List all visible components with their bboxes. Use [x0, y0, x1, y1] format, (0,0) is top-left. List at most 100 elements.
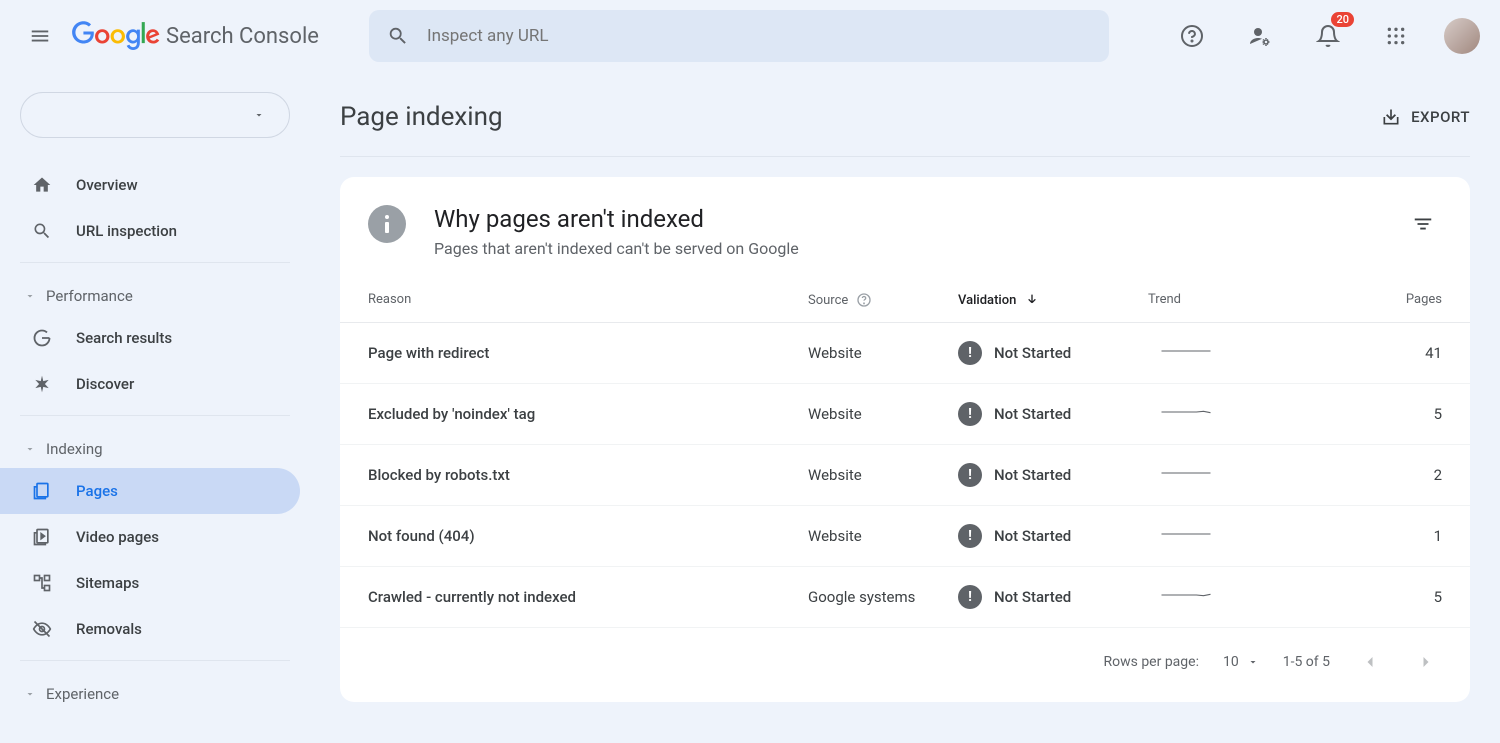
- apps-grid-icon: [1386, 26, 1406, 46]
- table-row[interactable]: Blocked by robots.txt Website ! Not Star…: [340, 445, 1470, 506]
- table-footer: Rows per page: 10 1-5 of 5: [340, 628, 1470, 696]
- sidebar-item-discover[interactable]: Discover: [0, 361, 300, 407]
- status-not-started-icon: !: [958, 585, 982, 609]
- column-pages[interactable]: Pages: [1298, 292, 1442, 308]
- prev-page-button[interactable]: [1354, 646, 1386, 678]
- sidebar-item-label: Pages: [76, 482, 118, 500]
- trend-sparkline: [1148, 405, 1224, 419]
- menu-icon: [29, 25, 51, 47]
- card-subtitle: Pages that aren't indexed can't be serve…: [434, 239, 799, 258]
- user-avatar[interactable]: [1444, 18, 1480, 54]
- sidebar-item-removals[interactable]: Removals: [0, 606, 300, 652]
- help-button[interactable]: [1172, 16, 1212, 56]
- export-button[interactable]: EXPORT: [1381, 107, 1470, 127]
- status-not-started-icon: !: [958, 402, 982, 426]
- row-reason: Not found (404): [368, 527, 808, 545]
- validation-text: Not Started: [994, 588, 1071, 606]
- row-validation: ! Not Started: [958, 585, 1148, 609]
- url-search-bar[interactable]: [369, 10, 1109, 62]
- video-page-icon: [30, 527, 54, 547]
- home-icon: [30, 175, 54, 195]
- column-trend[interactable]: Trend: [1148, 292, 1298, 308]
- sidebar: Overview URL inspection Performance Sear…: [0, 72, 310, 743]
- row-source: Website: [808, 344, 958, 362]
- user-settings-button[interactable]: [1240, 16, 1280, 56]
- sidebar-item-video-pages[interactable]: Video pages: [0, 514, 300, 560]
- download-icon: [1381, 107, 1401, 127]
- main-content: Page indexing EXPORT Why pages aren't in…: [310, 72, 1500, 743]
- status-not-started-icon: !: [958, 341, 982, 365]
- column-source[interactable]: Source: [808, 292, 958, 308]
- sidebar-item-label: Overview: [76, 176, 138, 194]
- sidebar-item-url-inspection[interactable]: URL inspection: [0, 208, 300, 254]
- trend-sparkline: [1148, 344, 1224, 358]
- why-not-indexed-card: Why pages aren't indexed Pages that aren…: [340, 177, 1470, 702]
- help-icon: [856, 292, 872, 308]
- page-header: Page indexing EXPORT: [340, 72, 1470, 157]
- row-pages: 5: [1298, 588, 1442, 606]
- filter-button[interactable]: [1404, 205, 1442, 247]
- column-validation[interactable]: Validation: [958, 292, 1148, 308]
- page-title: Page indexing: [340, 102, 503, 132]
- row-source: Google systems: [808, 588, 958, 606]
- chevron-down-icon: [24, 290, 36, 302]
- chevron-left-icon: [1360, 652, 1380, 672]
- google-logo-icon: [72, 21, 160, 51]
- sidebar-item-label: Sitemaps: [76, 574, 139, 592]
- sidebar-item-sitemaps[interactable]: Sitemaps: [0, 560, 300, 606]
- apps-button[interactable]: [1376, 16, 1416, 56]
- row-validation: ! Not Started: [958, 463, 1148, 487]
- sidebar-item-search-results[interactable]: Search results: [0, 315, 300, 361]
- trend-sparkline: [1148, 588, 1224, 602]
- asterisk-icon: [30, 374, 54, 394]
- row-trend: [1148, 466, 1298, 484]
- row-pages: 5: [1298, 405, 1442, 423]
- property-selector[interactable]: [20, 92, 290, 138]
- sidebar-item-label: Search results: [76, 329, 172, 347]
- bell-icon: [1316, 24, 1340, 48]
- chevron-down-icon: [1247, 656, 1259, 668]
- rows-per-page-label: Rows per page:: [1103, 654, 1198, 670]
- sidebar-section-performance[interactable]: Performance: [0, 271, 310, 315]
- validation-text: Not Started: [994, 527, 1071, 545]
- header-actions: 20: [1172, 16, 1480, 56]
- row-reason: Blocked by robots.txt: [368, 466, 808, 484]
- column-reason[interactable]: Reason: [368, 292, 808, 308]
- table-row[interactable]: Excluded by 'noindex' tag Website ! Not …: [340, 384, 1470, 445]
- search-icon: [387, 25, 409, 47]
- table-body: Page with redirect Website ! Not Started…: [340, 323, 1470, 628]
- page-icon: [30, 481, 54, 501]
- export-label: EXPORT: [1411, 108, 1470, 126]
- row-reason: Page with redirect: [368, 344, 808, 362]
- row-reason: Excluded by 'noindex' tag: [368, 405, 808, 423]
- pagination-range: 1-5 of 5: [1283, 654, 1330, 670]
- row-pages: 2: [1298, 466, 1442, 484]
- row-trend: [1148, 344, 1298, 362]
- row-trend: [1148, 527, 1298, 545]
- chevron-down-icon: [253, 109, 265, 121]
- rows-per-page-value: 10: [1223, 654, 1239, 670]
- rows-per-page-select[interactable]: 10: [1223, 654, 1259, 670]
- next-page-button[interactable]: [1410, 646, 1442, 678]
- sidebar-section-experience[interactable]: Experience: [0, 669, 310, 713]
- sidebar-item-pages[interactable]: Pages: [0, 468, 300, 514]
- card-header: Why pages aren't indexed Pages that aren…: [340, 177, 1470, 278]
- row-source: Website: [808, 405, 958, 423]
- sitemap-icon: [30, 573, 54, 593]
- notifications-button[interactable]: 20: [1308, 16, 1348, 56]
- hamburger-menu-button[interactable]: [20, 16, 60, 56]
- chevron-down-icon: [24, 688, 36, 700]
- search-input[interactable]: [427, 26, 1091, 46]
- eye-off-icon: [30, 619, 54, 639]
- status-not-started-icon: !: [958, 463, 982, 487]
- logo-text: Search Console: [166, 24, 319, 49]
- trend-sparkline: [1148, 466, 1224, 480]
- table-row[interactable]: Crawled - currently not indexed Google s…: [340, 567, 1470, 628]
- sidebar-item-label: Discover: [76, 375, 134, 393]
- table-row[interactable]: Page with redirect Website ! Not Started…: [340, 323, 1470, 384]
- sidebar-section-indexing[interactable]: Indexing: [0, 424, 310, 468]
- table-row[interactable]: Not found (404) Website ! Not Started 1: [340, 506, 1470, 567]
- sidebar-item-overview[interactable]: Overview: [0, 162, 300, 208]
- sidebar-item-label: Removals: [76, 620, 142, 638]
- table-header-row: Reason Source Validation Trend Pages: [340, 278, 1470, 323]
